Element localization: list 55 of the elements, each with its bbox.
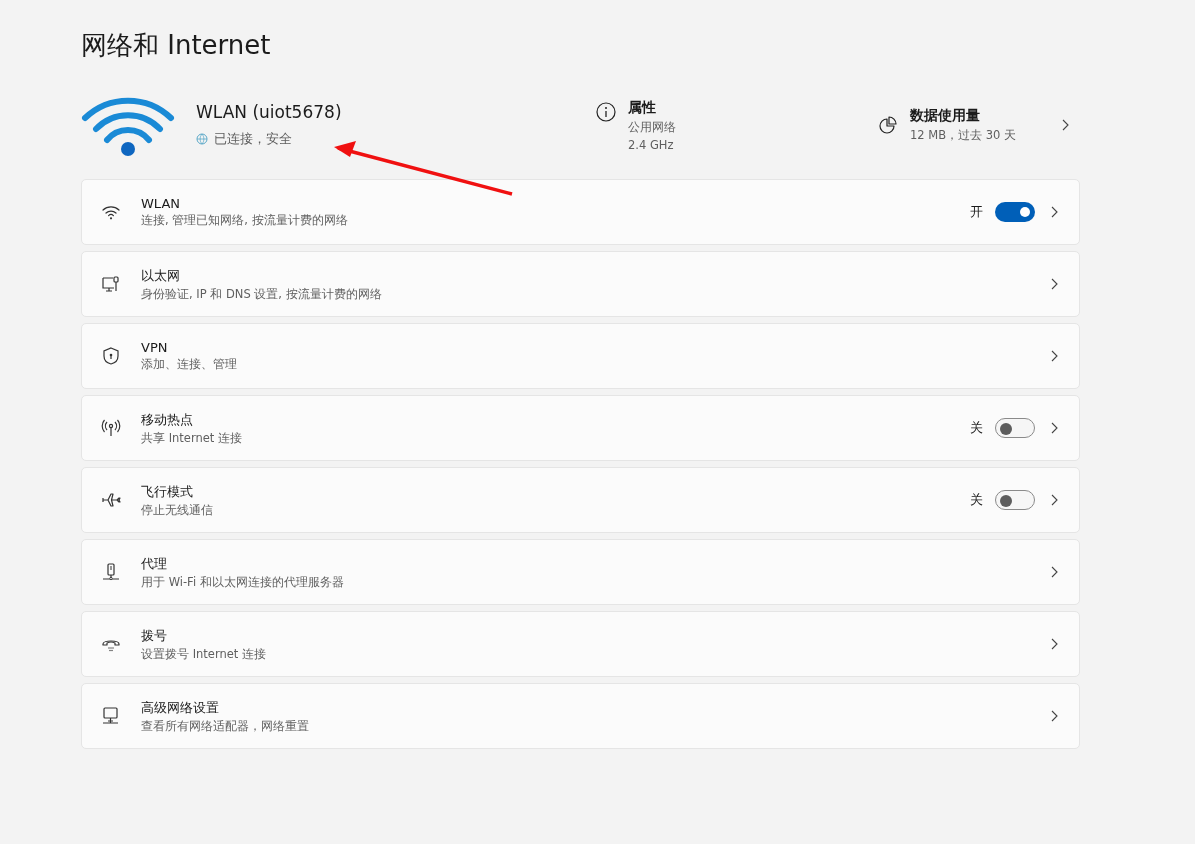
network-name: WLAN (uiot5678) — [196, 102, 342, 122]
toggle-state-label: 开 — [970, 203, 983, 221]
setting-description: 共享 Internet 连接 — [141, 430, 242, 446]
settings-card[interactable]: VPN 添加、连接、管理 — [81, 323, 1080, 389]
chevron-icon — [1049, 709, 1059, 723]
setting-description: 用于 Wi-Fi 和以太网连接的代理服务器 — [141, 574, 344, 590]
setting-description: 停止无线通信 — [141, 502, 213, 518]
chevron-icon — [1049, 349, 1059, 363]
setting-description: 设置拨号 Internet 连接 — [141, 646, 266, 662]
info-icon — [596, 101, 616, 122]
setting-title: 高级网络设置 — [141, 698, 219, 717]
chevron-icon — [1049, 205, 1059, 219]
settings-card[interactable]: 飞行模式 停止无线通信 关 — [81, 467, 1080, 533]
setting-title: 拨号 — [141, 626, 167, 645]
setting-description: 添加、连接、管理 — [141, 357, 237, 372]
connection-status: 已连接，安全 — [214, 130, 292, 148]
property-value: 公用网络 — [628, 119, 676, 135]
setting-title: 以太网 — [141, 266, 180, 285]
chevron-icon — [1049, 565, 1059, 579]
data-usage-link[interactable]: 数据使用量 12 MB，过去 30 天 — [878, 107, 1080, 143]
toggle-switch[interactable] — [995, 490, 1035, 510]
toggle-state-label: 关 — [970, 491, 983, 509]
server-icon — [100, 561, 122, 583]
chevron-icon — [1049, 637, 1059, 651]
data-usage-detail: 12 MB，过去 30 天 — [910, 128, 1017, 143]
toggle-switch[interactable] — [995, 418, 1035, 438]
setting-description: 身份验证, IP 和 DNS 设置, 按流量计费的网络 — [141, 286, 382, 302]
properties-label: 属性 — [628, 98, 656, 117]
setting-title: 代理 — [141, 554, 167, 573]
setting-title: 移动热点 — [141, 410, 193, 429]
property-value: 2.4 GHz — [628, 137, 674, 152]
settings-card[interactable]: 拨号 设置拨号 Internet 连接 — [81, 611, 1080, 677]
chevron-icon — [1049, 277, 1059, 291]
setting-description: 查看所有网络适配器，网络重置 — [141, 718, 309, 734]
setting-title: 飞行模式 — [141, 482, 193, 501]
settings-card[interactable]: 高级网络设置 查看所有网络适配器，网络重置 — [81, 683, 1080, 749]
setting-title: VPN — [141, 340, 168, 355]
chevron-icon — [1049, 421, 1059, 435]
chevron-icon — [1060, 118, 1070, 132]
settings-card[interactable]: WLAN 连接, 管理已知网络, 按流量计费的网络 开 — [81, 179, 1080, 245]
toggle-switch[interactable] — [995, 202, 1035, 222]
settings-card[interactable]: 代理 用于 Wi-Fi 和以太网连接的代理服务器 — [81, 539, 1080, 605]
settings-card[interactable]: 以太网 身份验证, IP 和 DNS 设置, 按流量计费的网络 — [81, 251, 1080, 317]
data-usage-label: 数据使用量 — [910, 107, 980, 125]
settings-card[interactable]: 移动热点 共享 Internet 连接 关 — [81, 395, 1080, 461]
shield-icon — [100, 345, 122, 367]
ethernet-icon — [100, 273, 122, 295]
toggle-state-label: 关 — [970, 419, 983, 437]
antenna-icon — [100, 417, 122, 439]
setting-title: WLAN — [141, 196, 180, 211]
setting-description: 连接, 管理已知网络, 按流量计费的网络 — [141, 213, 348, 228]
chevron-icon — [1049, 493, 1059, 507]
globe-icon — [196, 133, 208, 145]
pie-chart-icon — [878, 115, 898, 135]
page-title: 网络和 Internet — [81, 29, 272, 62]
